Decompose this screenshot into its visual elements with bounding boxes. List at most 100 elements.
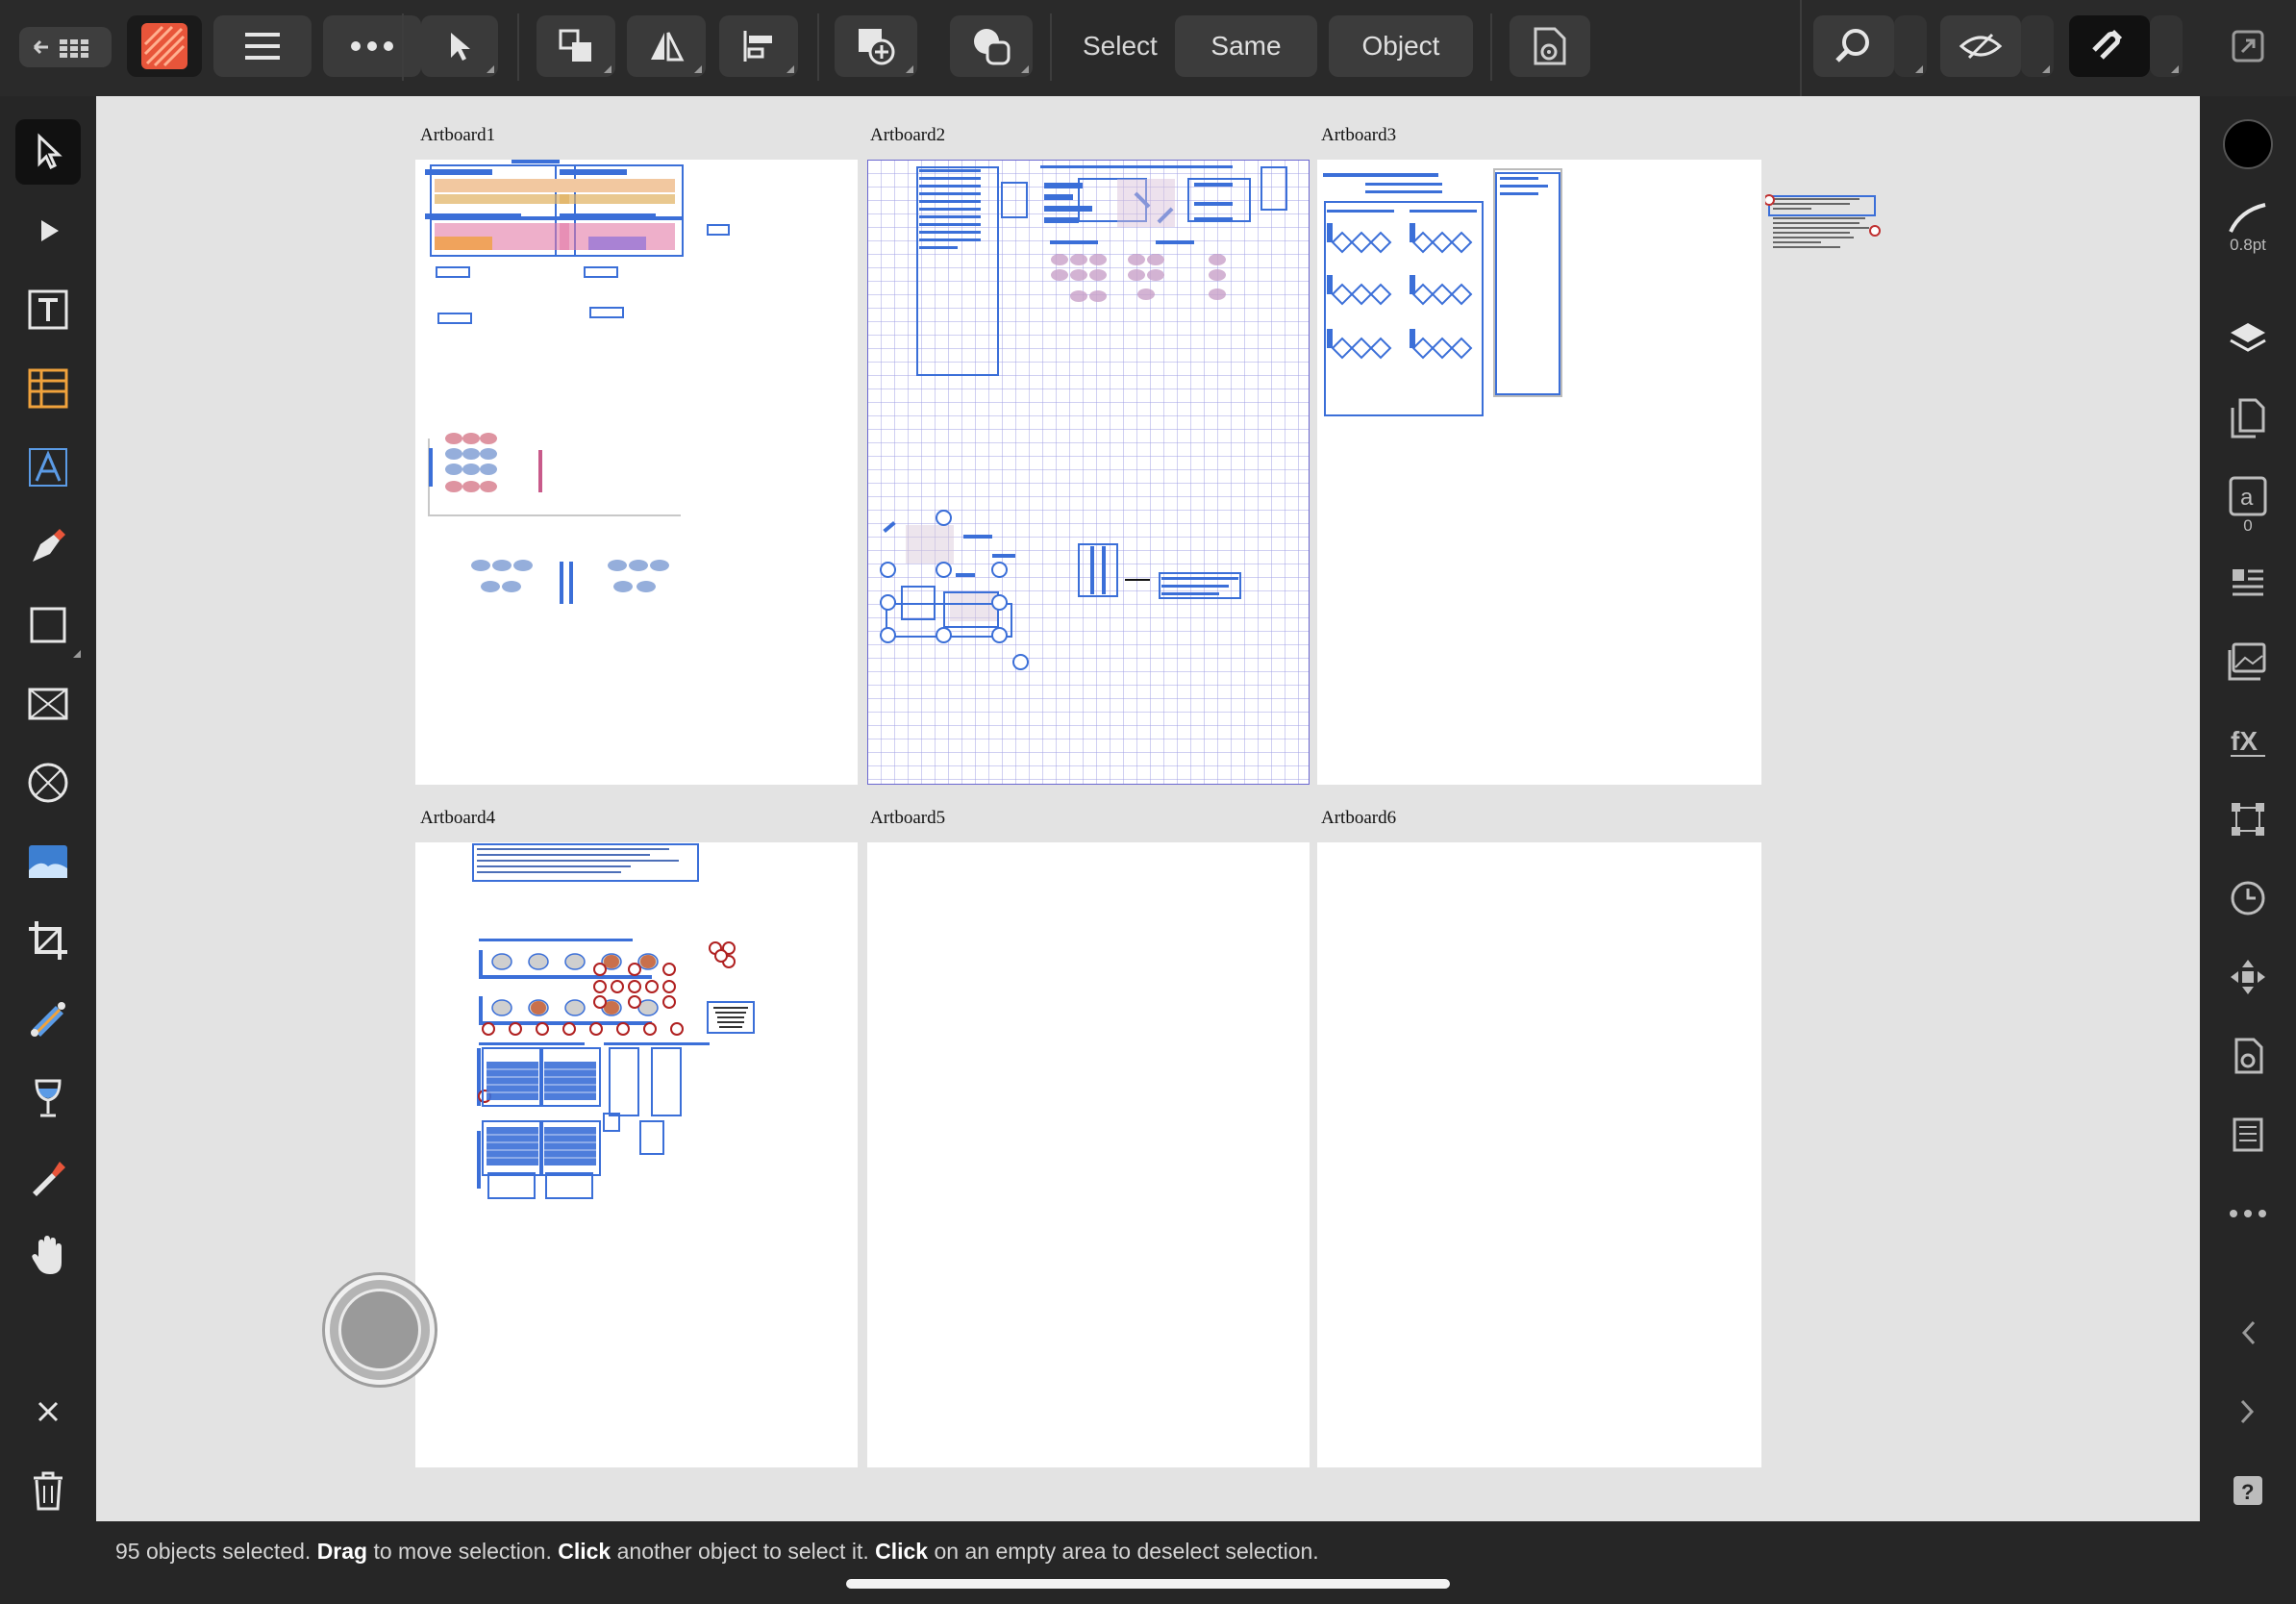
selection-handle[interactable]	[880, 627, 896, 643]
select-same-button[interactable]: Same	[1175, 15, 1317, 77]
crop-tool[interactable]	[15, 908, 81, 973]
stroke-panel-button[interactable]: 0.8pt	[2215, 188, 2281, 267]
pen-icon	[33, 529, 65, 562]
arrange-button[interactable]	[537, 15, 615, 77]
selection-handle[interactable]	[880, 594, 896, 611]
delete-button[interactable]	[15, 1458, 81, 1523]
transparency-tool[interactable]	[15, 1065, 81, 1131]
insert-button[interactable]	[835, 15, 917, 77]
selection-handle[interactable]	[936, 627, 952, 643]
pages-panel-button[interactable]	[2215, 385, 2281, 450]
svg-text:?: ?	[2241, 1480, 2254, 1504]
fields-panel-button[interactable]	[2215, 1102, 2281, 1167]
artboard-4[interactable]	[415, 842, 858, 1467]
gradient-icon	[31, 1002, 65, 1037]
status-text-2: to move selection.	[367, 1539, 559, 1564]
trash-icon	[34, 1471, 62, 1511]
collapse-panel-button[interactable]	[2215, 1300, 2281, 1366]
document-setup-button[interactable]	[1510, 15, 1590, 77]
select-object-button[interactable]: Object	[1329, 15, 1473, 77]
preflight-panel-button[interactable]	[2215, 1023, 2281, 1089]
pen-tool[interactable]	[15, 514, 81, 579]
assistive-touch-button[interactable]	[325, 1275, 435, 1385]
selection-mode-button[interactable]	[421, 15, 498, 77]
transform-icon	[2232, 803, 2264, 836]
chevron-right-icon	[2240, 1399, 2255, 1424]
picture-frame-ellipse-icon	[28, 763, 68, 803]
snapping-options-button[interactable]	[2150, 15, 2183, 77]
separator	[817, 13, 819, 81]
fx-panel-button[interactable]: fX	[2215, 708, 2281, 773]
artboard-3[interactable]	[1317, 160, 1761, 785]
navigator-panel-button[interactable]	[2215, 944, 2281, 1010]
selection-handle[interactable]	[936, 510, 952, 526]
studio-panel: 0.8pt a 0 fX ?	[2200, 96, 2296, 1604]
boolean-button[interactable]	[950, 15, 1033, 77]
home-indicator[interactable]	[846, 1579, 1450, 1589]
fill-tool[interactable]	[15, 987, 81, 1052]
app-persona-icon[interactable]	[127, 15, 202, 77]
expand-panel-button[interactable]	[2215, 1379, 2281, 1444]
frame-text-tool[interactable]	[15, 277, 81, 342]
place-image-tool[interactable]	[15, 829, 81, 894]
status-bold-1: Drag	[316, 1539, 368, 1564]
document-canvas[interactable]: Artboard1 Artboard2 Artboard3 Artboard4 …	[96, 96, 2200, 1521]
zoom-button[interactable]	[1813, 15, 1894, 77]
artboard-4-content	[472, 843, 755, 1199]
align-left-icon	[743, 31, 772, 62]
zoom-options-button[interactable]	[1894, 15, 1927, 77]
paragraph-panel-button[interactable]	[2215, 550, 2281, 615]
more-panels-button[interactable]	[2215, 1181, 2281, 1246]
status-bar: 95 objects selected. Drag to move select…	[96, 1521, 2200, 1604]
artboard-1[interactable]	[415, 160, 858, 785]
flip-icon	[651, 32, 685, 62]
help-icon: ?	[2234, 1476, 2262, 1505]
snapping-button[interactable]	[2069, 15, 2150, 77]
studio-toggle-button[interactable]	[2211, 15, 2284, 77]
resources-panel-button[interactable]	[2215, 629, 2281, 694]
move-tool[interactable]	[15, 119, 81, 185]
transform-panel-button[interactable]	[2215, 787, 2281, 852]
flip-button[interactable]	[627, 15, 706, 77]
selection-handle[interactable]	[880, 562, 896, 578]
table-tool[interactable]	[15, 356, 81, 421]
pages-icon	[2231, 398, 2265, 439]
floating-note[interactable]	[1765, 192, 1886, 271]
view-mode-button[interactable]	[1940, 15, 2021, 77]
resource-image-icon	[2228, 642, 2266, 681]
color-picker-tool[interactable]	[15, 1144, 81, 1210]
image-icon	[29, 845, 67, 878]
menu-button[interactable]	[213, 15, 312, 77]
selection-handle[interactable]	[936, 562, 952, 578]
rectangle-tool[interactable]	[15, 592, 81, 658]
color-swatch[interactable]	[2215, 112, 2281, 177]
back-to-documents-button[interactable]	[19, 27, 112, 67]
close-context-button[interactable]	[15, 1379, 81, 1444]
history-panel-button[interactable]	[2215, 865, 2281, 931]
artistic-text-tool[interactable]	[15, 435, 81, 500]
selection-handle[interactable]	[991, 562, 1008, 578]
more-button[interactable]	[323, 15, 421, 77]
artboard-label: Artboard6	[1321, 808, 1397, 828]
view-options-button[interactable]	[2021, 15, 2054, 77]
rotation-handle[interactable]	[1012, 654, 1029, 670]
artboard-2[interactable]	[867, 156, 1310, 785]
view-tool[interactable]	[15, 1223, 81, 1289]
back-grid-icon	[33, 39, 88, 58]
help-button[interactable]: ?	[2215, 1458, 2281, 1523]
status-text-3: another object to select it.	[611, 1539, 876, 1564]
ellipse-frame-tool[interactable]	[15, 750, 81, 815]
picture-frame-tool[interactable]	[15, 671, 81, 737]
align-button[interactable]	[719, 15, 798, 77]
artboard-5[interactable]	[867, 842, 1310, 1467]
node-tool[interactable]	[15, 198, 81, 263]
layers-panel-button[interactable]	[2215, 306, 2281, 371]
eyedropper-icon	[33, 1162, 65, 1196]
text-styles-panel-button[interactable]: a 0	[2215, 464, 2281, 548]
artboard-6[interactable]	[1317, 842, 1761, 1467]
artboard-label: Artboard3	[1321, 125, 1397, 145]
selection-handle[interactable]	[991, 627, 1008, 643]
selection-handle[interactable]	[991, 594, 1008, 611]
ellipsis-icon	[2230, 1210, 2266, 1217]
context-help-text: 95 objects selected. Drag to move select…	[115, 1539, 1319, 1565]
